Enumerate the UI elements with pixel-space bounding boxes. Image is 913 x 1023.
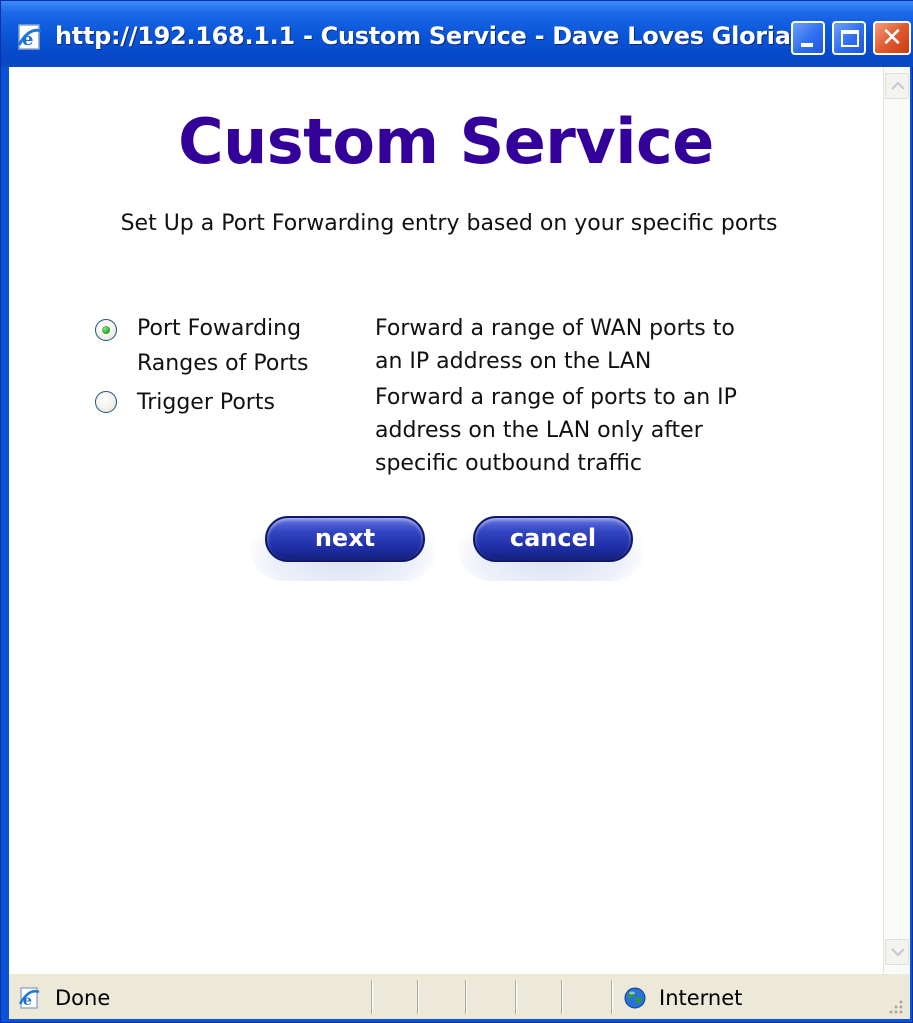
page-title: Custom Service	[178, 105, 714, 178]
option-label-port-forwarding-line1[interactable]: Port Fowarding	[137, 311, 301, 346]
title-bar[interactable]: e http://192.168.1.1 - Custom Service - …	[1, 1, 913, 67]
next-button-label: next	[314, 524, 376, 552]
browser-popup-window: e http://192.168.1.1 - Custom Service - …	[0, 0, 913, 1023]
next-button-container: next	[249, 513, 437, 581]
minimize-icon	[801, 43, 813, 47]
security-zone-text: Internet	[659, 986, 743, 1010]
option-desc-trigger-ports-line1: Forward a range of ports to an IP	[375, 385, 737, 410]
svg-text:e: e	[22, 29, 33, 50]
status-divider	[465, 980, 467, 1014]
option-desc-trigger-ports-line2: address on the LAN only after	[375, 418, 703, 443]
minimize-button[interactable]	[791, 21, 825, 55]
chevron-down-icon	[891, 948, 905, 957]
intro-text: Set Up a Port Forwarding entry based on …	[120, 211, 778, 236]
globe-icon	[624, 987, 646, 1009]
status-divider	[561, 980, 563, 1014]
page-content: Custom Service Set Up a Port Forwarding …	[9, 67, 883, 973]
close-button[interactable]: ✕	[873, 21, 911, 55]
vertical-scrollbar[interactable]	[883, 67, 910, 973]
status-divider	[371, 980, 373, 1014]
option-desc-port-forwarding-line1: Forward a range of WAN ports to	[375, 316, 735, 341]
maximize-icon	[841, 30, 859, 47]
chevron-up-icon	[891, 81, 905, 90]
radio-trigger-ports[interactable]	[95, 391, 117, 413]
option-desc-port-forwarding-line2: an IP address on the LAN	[375, 349, 652, 374]
cancel-button-container: cancel	[457, 513, 645, 581]
ie-page-icon: e	[18, 987, 40, 1009]
resize-grip-icon[interactable]	[885, 996, 905, 1016]
ie-page-icon: e	[17, 24, 42, 50]
status-bar: e Done Internet	[9, 973, 910, 1019]
svg-text:e: e	[23, 993, 32, 1009]
option-label-port-forwarding-line2[interactable]: Ranges of Ports	[137, 346, 308, 381]
scroll-down-button[interactable]	[885, 939, 909, 965]
cancel-button[interactable]: cancel	[473, 516, 633, 562]
option-desc-trigger-ports-line3: specific outbound traffic	[375, 451, 642, 476]
option-label-trigger-ports[interactable]: Trigger Ports	[137, 385, 275, 420]
cancel-button-label: cancel	[509, 524, 597, 552]
close-icon: ✕	[881, 23, 903, 53]
radio-port-forwarding[interactable]	[95, 319, 117, 341]
status-divider	[515, 980, 517, 1014]
window-title: http://192.168.1.1 - Custom Service - Da…	[55, 22, 802, 50]
status-divider	[417, 980, 419, 1014]
next-button[interactable]: next	[265, 516, 425, 562]
status-text: Done	[55, 986, 111, 1010]
status-divider	[611, 980, 613, 1014]
scroll-up-button[interactable]	[885, 73, 909, 99]
maximize-button[interactable]	[832, 21, 866, 55]
